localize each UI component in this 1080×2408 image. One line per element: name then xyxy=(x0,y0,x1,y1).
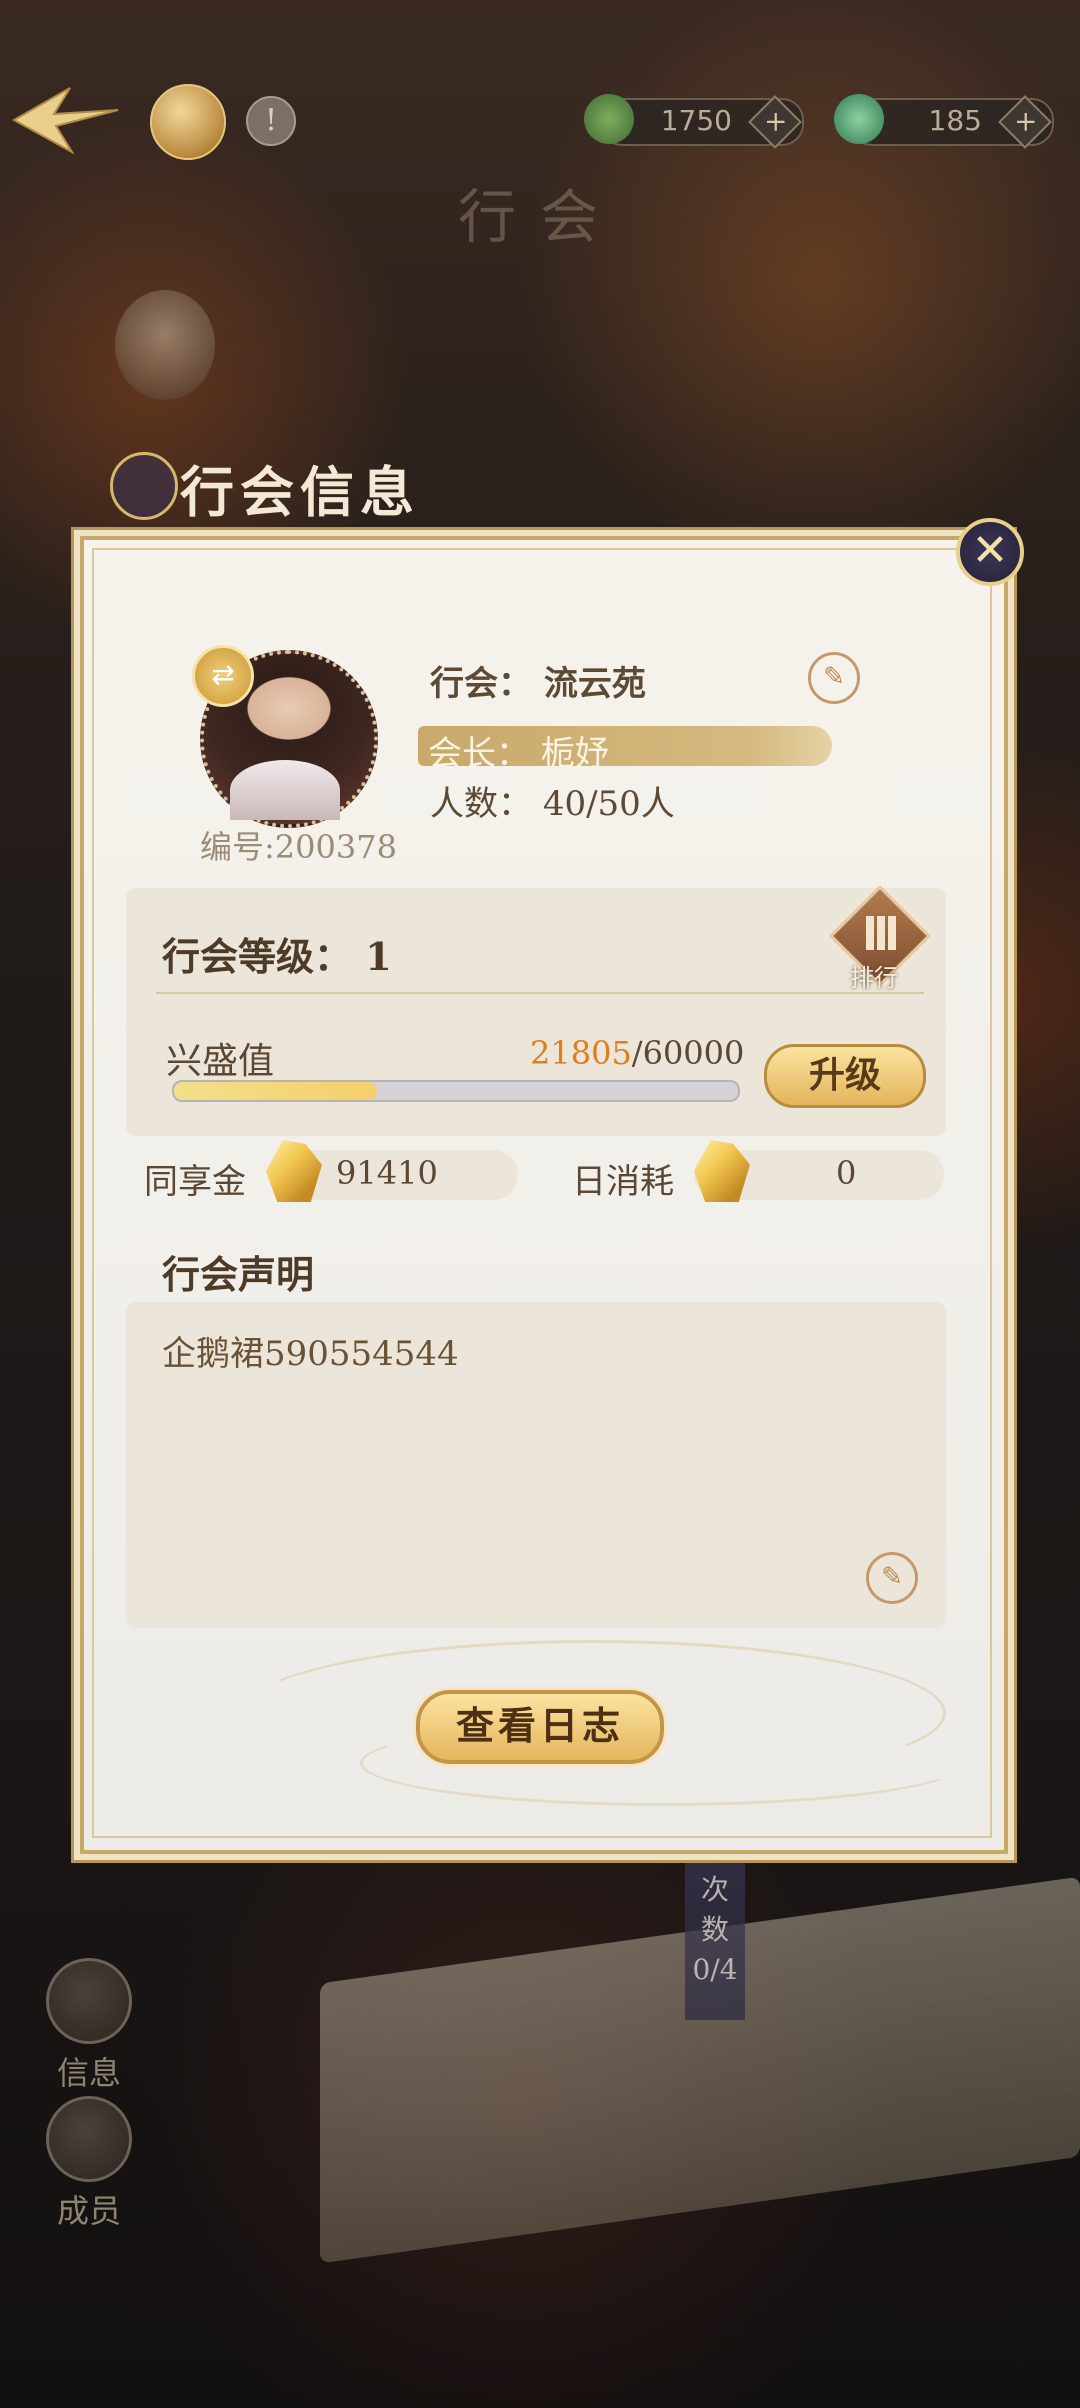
brush-edit-icon: ✎ xyxy=(823,662,845,692)
plus-icon: + xyxy=(763,104,788,138)
back-button[interactable] xyxy=(10,80,120,160)
lantern-decoration xyxy=(115,290,215,400)
task-banner-text: 日次数 0/4 xyxy=(692,1833,738,1986)
members-row: 人数： 40/50人 xyxy=(430,776,675,825)
info-ranking-icon xyxy=(46,1958,132,2044)
close-button[interactable]: ✕ xyxy=(956,518,1024,586)
prosperity-label: 兴盛值 xyxy=(166,1041,275,1082)
shuffle-avatar-button[interactable]: ⇄ xyxy=(192,645,254,707)
panel-title: 行会信息 xyxy=(180,460,420,524)
guild-name: 流云苑 xyxy=(543,664,646,704)
jade-coin-icon xyxy=(584,94,634,144)
view-log-button[interactable]: 查看日志 xyxy=(416,1690,664,1764)
ranking-bars-icon xyxy=(866,916,896,950)
guild-name-label: 行会： xyxy=(430,664,532,704)
members-count: 40/50人 xyxy=(542,784,675,824)
tab-emblem-icon xyxy=(110,452,178,520)
jade-orb-icon xyxy=(834,94,884,144)
divider xyxy=(156,992,924,994)
guild-level-value: 1 xyxy=(365,934,392,979)
sidebar-item-info[interactable]: 信息 xyxy=(44,1958,134,2094)
edit-declaration-button[interactable]: ✎ xyxy=(866,1552,918,1604)
guild-id: 编号:200378 xyxy=(200,828,397,866)
help-icon[interactable]: ! xyxy=(246,96,296,146)
leader-row: 会长： 栀妤 xyxy=(428,726,609,775)
add-jade-orb-button[interactable]: + xyxy=(998,95,1052,149)
members-label: 人数： xyxy=(430,784,532,824)
shuffle-icon: ⇄ xyxy=(211,658,235,691)
panel-tab: 行会信息 xyxy=(110,448,580,538)
guild-level-label: 行会等级： xyxy=(162,934,353,979)
avatar-robe xyxy=(230,760,340,820)
prosperity-value: 21805/60000 xyxy=(530,1034,744,1072)
prosperity-current: 21805 xyxy=(530,1034,632,1072)
upgrade-button[interactable]: 升级 xyxy=(764,1044,926,1108)
guild-hall-icon[interactable] xyxy=(150,84,226,160)
prosperity-max: /60000 xyxy=(631,1034,745,1072)
leader-name: 栀妤 xyxy=(540,734,609,774)
ranking-button[interactable]: 排行 xyxy=(829,885,931,992)
prosperity-progress-bar xyxy=(172,1080,740,1102)
shared-gold-value: 91410 xyxy=(336,1154,438,1192)
currency-value: 185 xyxy=(928,104,982,137)
daily-cost-value: 0 xyxy=(836,1154,857,1192)
add-jade-coin-button[interactable]: + xyxy=(748,95,802,149)
close-icon: ✕ xyxy=(971,525,1009,576)
page-title: 行会 xyxy=(457,183,622,251)
sidebar-item-members[interactable]: 成员 xyxy=(44,2096,134,2232)
sidebar-item-label: 成员 xyxy=(56,2192,121,2230)
plus-icon: + xyxy=(1013,104,1038,138)
brush-edit-icon: ✎ xyxy=(881,1562,903,1592)
ranking-label: 排行 xyxy=(850,964,898,992)
declaration-text: 企鹅裙590554544 xyxy=(162,1334,459,1374)
members-icon xyxy=(46,2096,132,2182)
guild-name-row: 行会： 流云苑 xyxy=(430,656,646,705)
daily-cost-label: 日消耗 xyxy=(572,1162,674,1202)
guild-level-row: 行会等级： 1 xyxy=(162,926,392,981)
prosperity-progress-fill xyxy=(174,1082,378,1100)
back-arrow-icon xyxy=(11,87,119,155)
currency-jade-coin: 1750 + xyxy=(584,94,804,149)
currency-jade-orb: 185 + xyxy=(834,94,1054,149)
sidebar-item-label: 信息 xyxy=(56,2054,121,2092)
currency-value: 1750 xyxy=(660,104,732,137)
shared-gold-label: 同享金 xyxy=(144,1162,246,1202)
edit-name-button[interactable]: ✎ xyxy=(808,652,860,704)
declaration-title: 行会声明 xyxy=(162,1252,315,1297)
leader-label: 会长： xyxy=(428,734,530,774)
